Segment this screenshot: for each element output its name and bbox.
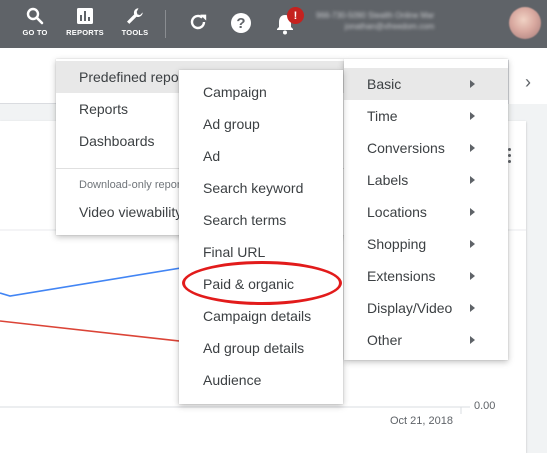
menu-item-extensions[interactable]: Extensions: [344, 260, 508, 292]
category-menu: Basic Time Conversions Labels Locations …: [344, 59, 508, 360]
menu-item-other[interactable]: Other: [344, 324, 508, 356]
arrow-right-icon: [470, 336, 475, 344]
arrow-right-icon: [470, 272, 475, 280]
axis-value-label: 0.00: [474, 400, 496, 412]
menu-item-labels[interactable]: Labels: [344, 164, 508, 196]
arrow-right-icon: [470, 176, 475, 184]
arrow-right-icon: [470, 240, 475, 248]
menu-item-ad-group[interactable]: Ad group: [179, 108, 343, 140]
menu-section-download-only: Download-only reports: [79, 179, 190, 191]
menu-item-conversions[interactable]: Conversions: [344, 132, 508, 164]
arrow-right-icon: [470, 112, 475, 120]
menu-item-audience[interactable]: Audience: [179, 364, 343, 396]
menu-item-ad[interactable]: Ad: [179, 140, 343, 172]
menu-item-ad-group-details[interactable]: Ad group details: [179, 332, 343, 364]
predefined-reports-menu: Campaign Ad group Ad Search keyword Sear…: [179, 70, 343, 404]
date-label: Oct 21, 2018: [390, 415, 453, 427]
menu-item-time[interactable]: Time: [344, 100, 508, 132]
menu-item-search-keyword[interactable]: Search keyword: [179, 172, 343, 204]
arrow-right-icon: [470, 304, 475, 312]
arrow-right-icon: [470, 208, 475, 216]
arrow-right-icon: [470, 144, 475, 152]
menu-item-display-video[interactable]: Display/Video: [344, 292, 508, 324]
menu-item-shopping[interactable]: Shopping: [344, 228, 508, 260]
arrow-right-icon: [470, 80, 475, 88]
highlight-circle-annotation: [182, 261, 342, 305]
menu-item-basic[interactable]: Basic: [344, 68, 508, 100]
menu-item-locations[interactable]: Locations: [344, 196, 508, 228]
menu-item-search-terms[interactable]: Search terms: [179, 204, 343, 236]
menu-item-campaign[interactable]: Campaign: [179, 76, 343, 108]
